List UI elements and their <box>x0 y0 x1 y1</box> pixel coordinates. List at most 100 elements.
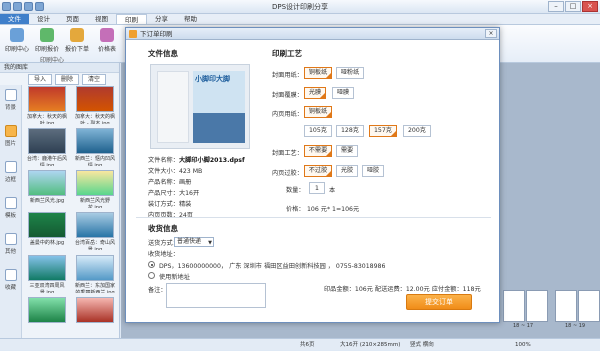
print-craft-heading: 印刷工艺 <box>272 49 302 58</box>
border-icon <box>4 161 17 173</box>
new-address-label: 使用新地址 <box>159 274 190 281</box>
menu-help[interactable]: 帮助 <box>176 14 205 24</box>
close-window-button[interactable]: × <box>582 1 598 12</box>
page-thumbnail[interactable] <box>578 290 600 322</box>
quantity-field[interactable]: 1 <box>309 182 325 194</box>
category-favorite[interactable]: 收藏 <box>0 265 21 301</box>
list-item[interactable]: 新西兰：惬内凹风情.jpg <box>73 128 117 166</box>
page-label: 18 ~ 19 <box>565 323 586 329</box>
weight-157[interactable]: 157克 <box>369 125 397 137</box>
submit-order-button[interactable]: 提交订单 <box>406 294 472 310</box>
address-radio-default[interactable] <box>148 261 155 268</box>
print-center-icon <box>10 28 24 42</box>
category-other[interactable]: 其他 <box>0 229 21 265</box>
inner-film-matte[interactable]: 哑胶 <box>362 165 384 177</box>
weight-105[interactable]: 105克 <box>304 125 332 137</box>
other-icon <box>4 233 17 245</box>
note-field[interactable] <box>166 283 266 308</box>
menu-file[interactable]: 文件 <box>0 14 29 24</box>
delivery-method-select[interactable]: 普通快递 ▼ <box>174 237 214 247</box>
binding-row: 装订方式：精装 <box>148 201 192 208</box>
address-default: DPS，13600000000， 广东 深圳市 福田区益田创新科技园 ， 075… <box>159 263 386 270</box>
favorite-icon <box>4 269 17 281</box>
menu-bar: 文件 设计 页面 视图 印刷 分享 帮助 <box>0 14 600 25</box>
side-category-bar: 背景 图片 边框 模板 其他 收藏 <box>0 85 22 338</box>
list-item[interactable]: 台湾：鹿港午后风情.jpg <box>25 128 69 166</box>
title-bar: DPS设计印刷分享 – □ × <box>0 0 600 14</box>
weight-128[interactable]: 128克 <box>336 125 364 137</box>
product-size-row: 产品尺寸：大16开 <box>148 190 200 197</box>
cover-title: 小脚印大脚 <box>195 75 230 83</box>
import-button[interactable]: 导入 <box>28 74 53 85</box>
zoom-level[interactable]: 100% <box>515 339 531 351</box>
status-bar: 共6页 大16开 (210×285mm) 竖式 横向 100% <box>0 338 600 350</box>
quote-order-button[interactable]: 报价下单 <box>64 28 90 53</box>
weight-200[interactable]: 200克 <box>403 125 431 137</box>
order-icon <box>70 28 84 42</box>
order-totals: 印品金额：106元 配送运费：12.00元 应付金额：118元 <box>324 286 481 293</box>
page-thumbnail[interactable] <box>555 290 577 322</box>
cover-craft-none[interactable]: 不需要 <box>304 145 332 157</box>
page-count: 共6页 <box>300 342 315 348</box>
menu-view[interactable]: 视图 <box>87 14 116 24</box>
list-item[interactable] <box>73 296 117 335</box>
orientation: 竖式 横向 <box>410 342 434 348</box>
file-name-row: 文件名称：大脚印小脚2013.dpsf <box>148 157 245 164</box>
menu-page[interactable]: 页面 <box>58 14 87 24</box>
background-icon <box>4 89 17 101</box>
cover-film-matte[interactable]: 哑膜 <box>332 87 354 99</box>
maximize-button[interactable]: □ <box>565 1 581 12</box>
category-border[interactable]: 边框 <box>0 157 21 193</box>
page-size: 大16开 (210×285mm) <box>340 342 401 348</box>
order-icon <box>129 30 137 38</box>
cover-craft-need[interactable]: 需要 <box>336 145 358 157</box>
order-dialog: 下订单印刷 × 文件信息 小脚印大脚 文件名称：大脚印小脚2013.dpsf 文… <box>125 27 500 323</box>
list-item[interactable]: 盖曼中的林.jpg <box>25 212 69 250</box>
template-icon <box>4 197 17 209</box>
page-thumbnail[interactable] <box>526 290 548 322</box>
left-panel: 我的图库 导入 删除 清空 背景 图片 边框 模板 其他 收藏 加拿大：秋天的枫… <box>0 63 120 338</box>
print-center-button[interactable]: 印刷中心 <box>4 28 30 53</box>
cover-paper-matte[interactable]: 哑粉纸 <box>336 67 364 79</box>
price-list-icon <box>100 28 114 42</box>
page-thumbnail[interactable] <box>503 290 525 322</box>
divider <box>136 217 491 218</box>
page-thumbnails: 18 ~ 17 18 ~ 19 <box>495 290 600 330</box>
category-background[interactable]: 背景 <box>0 85 21 121</box>
inner-film-none[interactable]: 不过胶 <box>304 165 332 177</box>
list-item[interactable]: 加拿大：秋天的枫叶 - 副本.jpg <box>73 86 117 124</box>
menu-design[interactable]: 设计 <box>29 14 58 24</box>
list-item[interactable]: 新西兰风光野花.jpg <box>73 170 117 208</box>
price-label: 价格： <box>286 206 305 213</box>
list-item[interactable]: 三亚双湾四周风景.jpg <box>25 254 69 293</box>
category-template[interactable]: 模板 <box>0 193 21 229</box>
image-icon <box>4 125 17 137</box>
print-quote-button[interactable]: 印刷报价 <box>34 28 60 53</box>
list-item[interactable]: 加拿大：秋天的枫叶.jpg <box>25 86 69 124</box>
clear-button[interactable]: 清空 <box>82 74 107 85</box>
inner-paper-coated[interactable]: 铜板纸 <box>304 106 332 118</box>
list-item[interactable]: 新西兰：东加国家的秀丽新西兰.jpg <box>73 254 117 293</box>
list-item[interactable]: 台湾百岳：奇山风景.jpg <box>73 212 117 250</box>
cover-paper-coated[interactable]: 铜板纸 <box>304 67 332 79</box>
menu-share[interactable]: 分享 <box>147 14 176 24</box>
category-image[interactable]: 图片 <box>0 121 21 157</box>
dialog-close-button[interactable]: × <box>485 29 497 38</box>
delete-button[interactable]: 删除 <box>55 74 80 85</box>
gallery-header: 我的图库 <box>0 63 119 73</box>
shipping-heading: 收货信息 <box>148 224 178 233</box>
dialog-title-bar: 下订单印刷 × <box>126 28 499 40</box>
inner-film-gloss[interactable]: 光胶 <box>336 165 358 177</box>
list-item[interactable]: 新西兰风光.jpg <box>25 170 69 208</box>
menu-print[interactable]: 印刷 <box>116 14 147 24</box>
minimize-button[interactable]: – <box>548 1 564 12</box>
dialog-title: 下订单印刷 <box>140 30 173 38</box>
price-list-button[interactable]: 价格表 <box>94 28 120 53</box>
price-value: 106 元* 1=106元 <box>307 206 360 213</box>
address-radio-new[interactable] <box>148 272 155 279</box>
cover-preview: 小脚印大脚 <box>150 64 250 149</box>
cover-film-gloss[interactable]: 光膜 <box>304 87 326 99</box>
window-title: DPS设计印刷分享 <box>271 3 329 11</box>
chevron-down-icon: ▼ <box>208 240 212 246</box>
list-item[interactable] <box>25 296 69 335</box>
